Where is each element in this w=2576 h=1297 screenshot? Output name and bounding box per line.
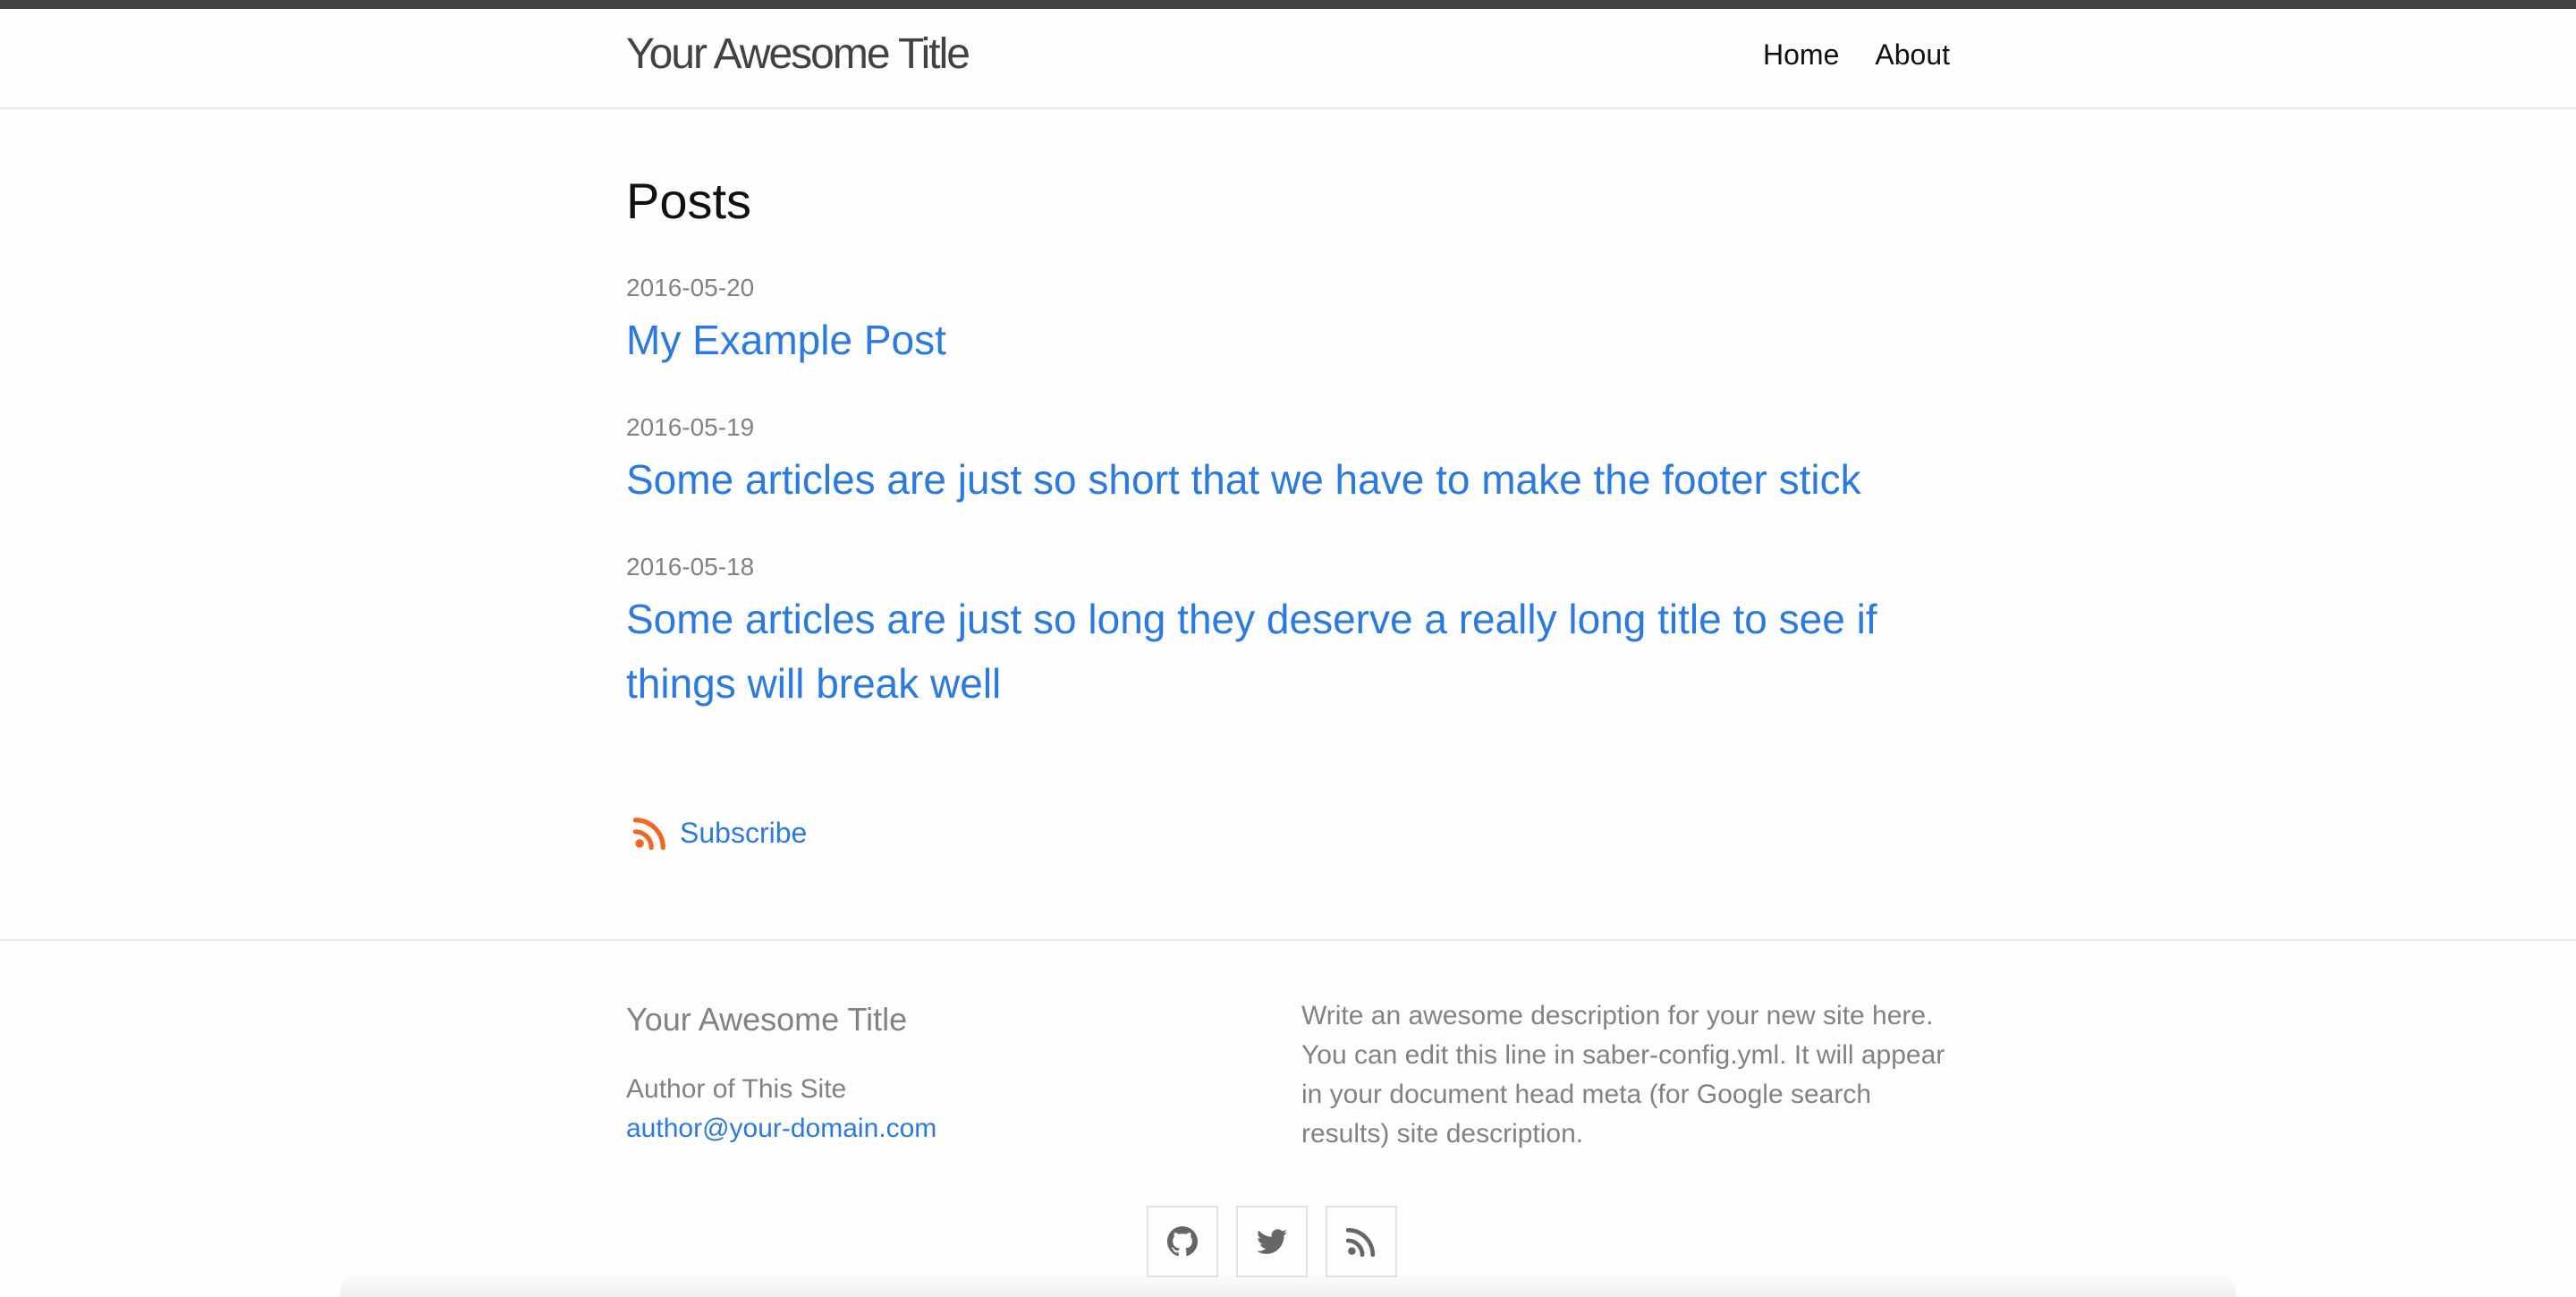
post-date: 2016-05-20 <box>626 274 755 301</box>
top-accent-bar <box>0 0 2576 9</box>
github-icon <box>1167 1226 1198 1257</box>
post-title-link[interactable]: Some articles are just so long they dese… <box>626 587 1914 716</box>
footer-heading: Your Awesome Title <box>626 1001 908 1038</box>
post-title-link[interactable]: Some articles are just so short that we … <box>626 447 1914 512</box>
page-heading: Posts <box>626 173 752 229</box>
site-title-link[interactable]: Your Awesome Title <box>626 23 970 86</box>
post-date: 2016-05-19 <box>626 413 755 441</box>
post-list: 2016-05-20 My Example Post 2016-05-19 So… <box>626 268 1950 751</box>
site-header <box>0 9 2576 109</box>
rss-icon <box>1346 1227 1376 1257</box>
rss-icon <box>633 818 665 850</box>
post-item: 2016-05-20 My Example Post <box>626 268 1950 372</box>
rss-subscribe: Subscribe <box>626 816 807 850</box>
twitter-icon <box>1257 1229 1287 1254</box>
nav-home-link[interactable]: Home <box>1763 38 1839 72</box>
subscribe-link[interactable]: Subscribe <box>680 817 807 850</box>
footer-description: Write an awesome description for your ne… <box>1301 1001 1945 1149</box>
site-nav: Home About <box>1727 23 1950 86</box>
window-bottom-shadow <box>340 1270 2236 1297</box>
github-button[interactable] <box>1147 1206 1218 1277</box>
nav-about-link[interactable]: About <box>1875 38 1950 72</box>
footer-author: Author of This Site <box>626 1074 847 1104</box>
post-item: 2016-05-18 Some articles are just so lon… <box>626 547 1950 716</box>
footer-email-link[interactable]: author@your-domain.com <box>626 1109 936 1149</box>
post-item: 2016-05-19 Some articles are just so sho… <box>626 408 1950 512</box>
twitter-button[interactable] <box>1236 1206 1308 1277</box>
social-links <box>1147 1206 1415 1277</box>
rss-button[interactable] <box>1326 1206 1397 1277</box>
post-date: 2016-05-18 <box>626 553 755 581</box>
post-title-link[interactable]: My Example Post <box>626 308 1914 372</box>
